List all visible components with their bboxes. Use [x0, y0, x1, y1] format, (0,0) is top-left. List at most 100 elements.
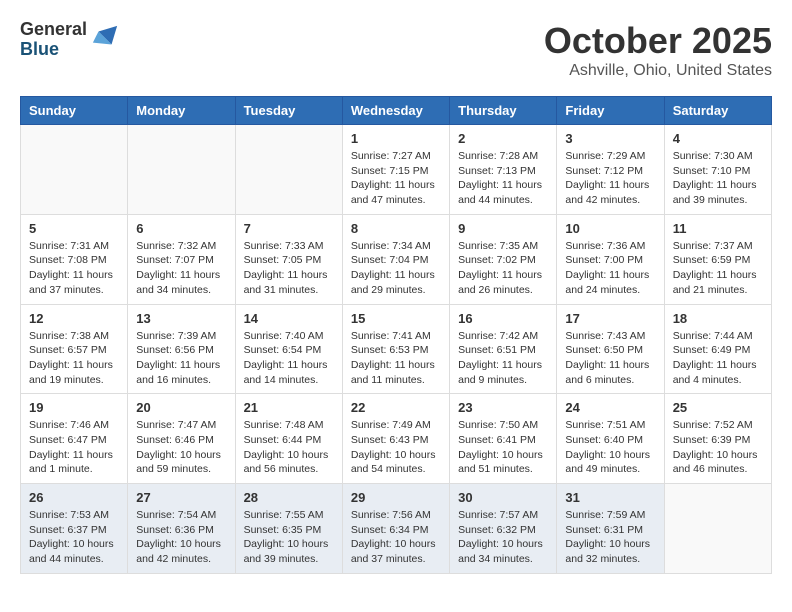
calendar-day-14: 14Sunrise: 7:40 AMSunset: 6:54 PMDayligh… — [235, 304, 342, 394]
calendar-week-row-1: 1 Sunrise: 7:27 AMSunset: 7:15 PMDaylight… — [21, 125, 772, 215]
calendar-day-16: 16 Sunrise: 7:42 AMSunset: 6:51 PMDayligh… — [450, 304, 557, 394]
day-number-19: 19 — [29, 400, 119, 415]
day-number-14: 14 — [244, 311, 334, 326]
day-info-18: Sunrise: 7:44 AMSunset: 6:49 PMDaylight:… — [673, 329, 763, 388]
day-info-26: Sunrise: 7:53 AMSunset: 6:37 PMDaylight:… — [29, 508, 119, 567]
day-info-4: Sunrise: 7:30 AMSunset: 7:10 PMDaylight:… — [673, 149, 763, 208]
calendar-day-29: 29Sunrise: 7:56 AMSunset: 6:34 PMDayligh… — [342, 484, 449, 574]
calendar-day-11: 11 Sunrise: 7:37 AMSunset: 6:59 PMDayligh… — [664, 214, 771, 304]
day-number-22: 22 — [351, 400, 441, 415]
day-number-2: 2 — [458, 131, 548, 146]
day-number-20: 20 — [136, 400, 226, 415]
day-number-5: 5 — [29, 221, 119, 236]
day-info-3: Sunrise: 7:29 AMSunset: 7:12 PMDaylight:… — [565, 149, 655, 208]
day-info-24: Sunrise: 7:51 AMSunset: 6:40 PMDaylight:… — [565, 418, 655, 477]
day-info-12: Sunrise: 7:38 AMSunset: 6:57 PMDaylight:… — [29, 329, 119, 388]
calendar-empty-cell — [128, 125, 235, 215]
day-number-4: 4 — [673, 131, 763, 146]
day-number-12: 12 — [29, 311, 119, 326]
calendar-day-28: 28Sunrise: 7:55 AMSunset: 6:35 PMDayligh… — [235, 484, 342, 574]
day-number-24: 24 — [565, 400, 655, 415]
day-info-5: Sunrise: 7:31 AMSunset: 7:08 PMDaylight:… — [29, 239, 119, 298]
day-info-31: Sunrise: 7:59 AMSunset: 6:31 PMDaylight:… — [565, 508, 655, 567]
calendar-day-22: 22Sunrise: 7:49 AMSunset: 6:43 PMDayligh… — [342, 394, 449, 484]
day-info-10: Sunrise: 7:36 AMSunset: 7:00 PMDaylight:… — [565, 239, 655, 298]
day-info-6: Sunrise: 7:32 AMSunset: 7:07 PMDaylight:… — [136, 239, 226, 298]
day-info-29: Sunrise: 7:56 AMSunset: 6:34 PMDaylight:… — [351, 508, 441, 567]
calendar-day-24: 24 Sunrise: 7:51 AMSunset: 6:40 PMDayligh… — [557, 394, 664, 484]
weekday-header-tuesday: Tuesday — [235, 97, 342, 125]
day-info-9: Sunrise: 7:35 AMSunset: 7:02 PMDaylight:… — [458, 239, 548, 298]
day-info-1: Sunrise: 7:27 AMSunset: 7:15 PMDaylight:… — [351, 149, 441, 208]
calendar-day-3: 3 Sunrise: 7:29 AMSunset: 7:12 PMDaylight… — [557, 125, 664, 215]
day-number-16: 16 — [458, 311, 548, 326]
day-info-23: Sunrise: 7:50 AMSunset: 6:41 PMDaylight:… — [458, 418, 548, 477]
calendar-day-2: 2Sunrise: 7:28 AMSunset: 7:13 PMDaylight… — [450, 125, 557, 215]
calendar-day-10: 10 Sunrise: 7:36 AMSunset: 7:00 PMDayligh… — [557, 214, 664, 304]
day-number-21: 21 — [244, 400, 334, 415]
day-number-18: 18 — [673, 311, 763, 326]
day-number-30: 30 — [458, 490, 548, 505]
calendar-day-13: 13 Sunrise: 7:39 AMSunset: 6:56 PMDayligh… — [128, 304, 235, 394]
calendar-empty-cell — [235, 125, 342, 215]
day-info-20: Sunrise: 7:47 AMSunset: 6:46 PMDaylight:… — [136, 418, 226, 477]
calendar-day-9: 9 Sunrise: 7:35 AMSunset: 7:02 PMDaylight… — [450, 214, 557, 304]
day-number-6: 6 — [136, 221, 226, 236]
weekday-header-saturday: Saturday — [664, 97, 771, 125]
day-number-26: 26 — [29, 490, 119, 505]
day-number-25: 25 — [673, 400, 763, 415]
logo-icon — [91, 24, 119, 52]
weekday-header-wednesday: Wednesday — [342, 97, 449, 125]
calendar-day-21: 21 Sunrise: 7:48 AMSunset: 6:44 PMDayligh… — [235, 394, 342, 484]
day-info-15: Sunrise: 7:41 AMSunset: 6:53 PMDaylight:… — [351, 329, 441, 388]
day-number-13: 13 — [136, 311, 226, 326]
day-info-16: Sunrise: 7:42 AMSunset: 6:51 PMDaylight:… — [458, 329, 548, 388]
page-header: General Blue October 2025 Ashville, Ohio… — [20, 20, 772, 80]
calendar-day-30: 30 Sunrise: 7:57 AMSunset: 6:32 PMDayligh… — [450, 484, 557, 574]
calendar-week-row-3: 12 Sunrise: 7:38 AMSunset: 6:57 PMDayligh… — [21, 304, 772, 394]
calendar-week-row-2: 5 Sunrise: 7:31 AMSunset: 7:08 PMDaylight… — [21, 214, 772, 304]
day-number-3: 3 — [565, 131, 655, 146]
day-info-28: Sunrise: 7:55 AMSunset: 6:35 PMDaylight:… — [244, 508, 334, 567]
day-info-13: Sunrise: 7:39 AMSunset: 6:56 PMDaylight:… — [136, 329, 226, 388]
calendar-day-12: 12 Sunrise: 7:38 AMSunset: 6:57 PMDayligh… — [21, 304, 128, 394]
calendar-day-19: 19 Sunrise: 7:46 AMSunset: 6:47 PMDayligh… — [21, 394, 128, 484]
day-info-21: Sunrise: 7:48 AMSunset: 6:44 PMDaylight:… — [244, 418, 334, 477]
day-number-23: 23 — [458, 400, 548, 415]
calendar-day-4: 4 Sunrise: 7:30 AMSunset: 7:10 PMDaylight… — [664, 125, 771, 215]
day-info-30: Sunrise: 7:57 AMSunset: 6:32 PMDaylight:… — [458, 508, 548, 567]
day-number-15: 15 — [351, 311, 441, 326]
calendar-day-26: 26 Sunrise: 7:53 AMSunset: 6:37 PMDayligh… — [21, 484, 128, 574]
day-number-1: 1 — [351, 131, 441, 146]
day-info-19: Sunrise: 7:46 AMSunset: 6:47 PMDaylight:… — [29, 418, 119, 477]
day-info-17: Sunrise: 7:43 AMSunset: 6:50 PMDaylight:… — [565, 329, 655, 388]
location: Ashville, Ohio, United States — [544, 62, 772, 80]
logo-blue: Blue — [20, 40, 87, 60]
calendar-day-20: 20 Sunrise: 7:47 AMSunset: 6:46 PMDayligh… — [128, 394, 235, 484]
day-info-11: Sunrise: 7:37 AMSunset: 6:59 PMDaylight:… — [673, 239, 763, 298]
day-number-11: 11 — [673, 221, 763, 236]
day-number-7: 7 — [244, 221, 334, 236]
calendar-empty-cell — [21, 125, 128, 215]
day-info-7: Sunrise: 7:33 AMSunset: 7:05 PMDaylight:… — [244, 239, 334, 298]
calendar-day-25: 25Sunrise: 7:52 AMSunset: 6:39 PMDayligh… — [664, 394, 771, 484]
calendar-day-8: 8Sunrise: 7:34 AMSunset: 7:04 PMDaylight… — [342, 214, 449, 304]
calendar-table: SundayMondayTuesdayWednesdayThursdayFrid… — [20, 96, 772, 574]
day-number-9: 9 — [458, 221, 548, 236]
calendar-day-7: 7 Sunrise: 7:33 AMSunset: 7:05 PMDaylight… — [235, 214, 342, 304]
weekday-header-sunday: Sunday — [21, 97, 128, 125]
calendar-day-18: 18 Sunrise: 7:44 AMSunset: 6:49 PMDayligh… — [664, 304, 771, 394]
calendar-empty-cell — [664, 484, 771, 574]
logo-general: General — [20, 20, 87, 40]
day-number-10: 10 — [565, 221, 655, 236]
calendar-day-6: 6 Sunrise: 7:32 AMSunset: 7:07 PMDaylight… — [128, 214, 235, 304]
day-number-17: 17 — [565, 311, 655, 326]
calendar-day-23: 23 Sunrise: 7:50 AMSunset: 6:41 PMDayligh… — [450, 394, 557, 484]
logo: General Blue — [20, 20, 119, 60]
weekday-header-monday: Monday — [128, 97, 235, 125]
calendar-day-17: 17 Sunrise: 7:43 AMSunset: 6:50 PMDayligh… — [557, 304, 664, 394]
day-info-8: Sunrise: 7:34 AMSunset: 7:04 PMDaylight:… — [351, 239, 441, 298]
calendar-week-row-5: 26 Sunrise: 7:53 AMSunset: 6:37 PMDayligh… — [21, 484, 772, 574]
calendar-day-1: 1 Sunrise: 7:27 AMSunset: 7:15 PMDaylight… — [342, 125, 449, 215]
day-info-27: Sunrise: 7:54 AMSunset: 6:36 PMDaylight:… — [136, 508, 226, 567]
